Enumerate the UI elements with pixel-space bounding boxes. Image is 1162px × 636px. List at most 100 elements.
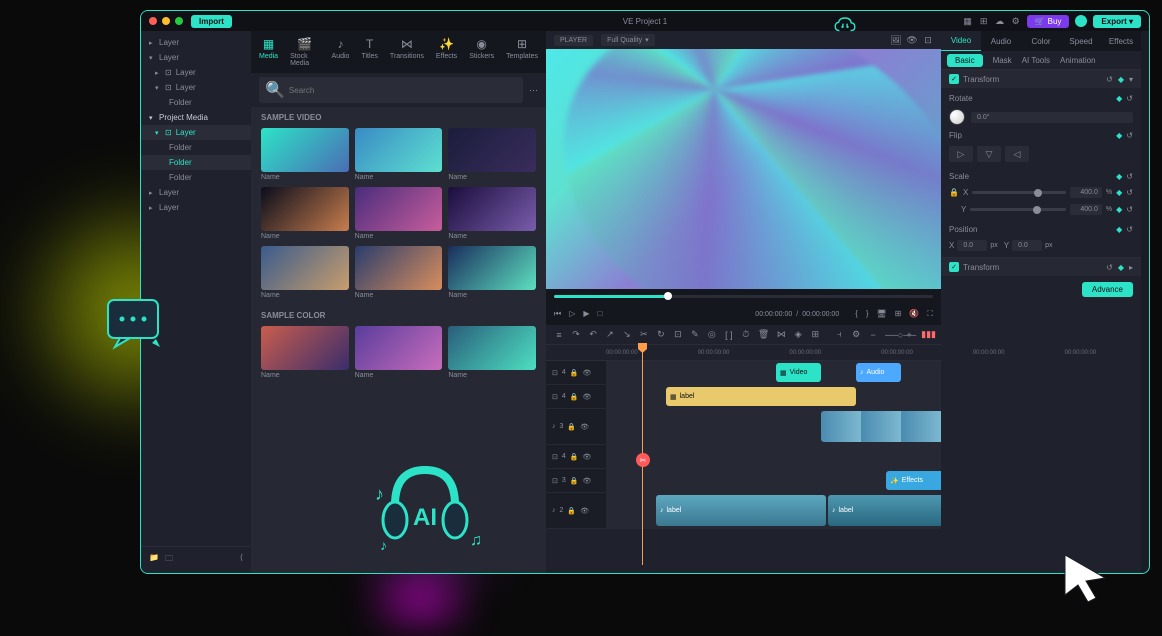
tl-bracket-icon[interactable]: [ ] (724, 330, 734, 340)
subtab-animation[interactable]: Animation (1060, 56, 1096, 65)
tab-transitions[interactable]: ⋈Transitions (388, 35, 426, 69)
tl-redo-icon[interactable]: ↷ (571, 329, 581, 340)
avatar[interactable] (1075, 15, 1087, 27)
tree-layer[interactable]: ▸Layer (141, 200, 251, 215)
reset-icon[interactable]: ↺ (1126, 172, 1133, 181)
more-icon[interactable]: ⋯ (529, 85, 538, 96)
media-thumb[interactable]: Name (261, 128, 349, 181)
timeline-ruler[interactable]: 00:00:00:00 00:00:00:00 00:00:00:00 00:0… (546, 345, 941, 361)
tl-crop-icon[interactable]: ⊡ (673, 329, 683, 340)
props-tab-color[interactable]: Color (1021, 31, 1061, 51)
tl-loop-icon[interactable]: ↻ (656, 329, 666, 340)
media-thumb[interactable]: Name (261, 187, 349, 240)
tl-mixer-icon[interactable]: ⫞ (834, 329, 844, 340)
tl-zoom-in-icon[interactable]: + (904, 330, 914, 340)
chevron-down-icon[interactable]: ▾ (1129, 75, 1133, 84)
tab-media[interactable]: ▦Media (257, 35, 280, 69)
reset-icon[interactable]: ↺ (1126, 94, 1133, 103)
preview-canvas[interactable] (546, 49, 941, 289)
new-folder-icon[interactable]: 📁 (149, 553, 159, 567)
search-wrap[interactable]: 🔍 (259, 77, 523, 103)
import-button[interactable]: Import (191, 15, 232, 28)
reset-icon[interactable]: ↺ (1126, 205, 1133, 214)
scale-x-value[interactable]: 400.0 (1070, 187, 1102, 198)
tl-menu-icon[interactable]: ≡ (554, 330, 564, 340)
maximize-window[interactable] (175, 17, 183, 25)
tree-layer-nested[interactable]: ▸⊡Layer (141, 65, 251, 80)
tree-layer[interactable]: ▸Layer (141, 35, 251, 50)
tab-stickers[interactable]: ◉Stickers (467, 35, 496, 69)
rotate-input[interactable]: 0.0° (971, 112, 1133, 123)
eye-icon[interactable]: 👁 (907, 35, 917, 45)
tl-more2-icon[interactable]: ◈ (793, 329, 803, 340)
clip-effects[interactable]: ✨Effects (886, 471, 941, 490)
tab-stock-media[interactable]: 🎬Stock Media (288, 35, 321, 69)
tl-trash-icon[interactable]: 🗑 (758, 329, 769, 340)
cloud-sync-icon[interactable]: ☁ (995, 16, 1005, 26)
props-tab-effects[interactable]: Effects (1101, 31, 1141, 51)
play-icon[interactable]: ▷ (569, 309, 575, 319)
subtab-ai-tools[interactable]: AI Tools (1022, 56, 1050, 65)
grid-icon[interactable]: ⊞ (979, 16, 989, 26)
minimize-window[interactable] (162, 17, 170, 25)
reset-icon[interactable]: ↺ (1126, 225, 1133, 234)
scale-y-value[interactable]: 400.0 (1070, 204, 1102, 215)
keyframe-icon[interactable]: ◆ (1118, 75, 1124, 84)
tl-zoom-out-icon[interactable]: − (868, 330, 878, 340)
keyframe-icon[interactable]: ◆ (1116, 131, 1122, 140)
reset-icon[interactable]: ↺ (1126, 188, 1133, 197)
tree-folder[interactable]: Folder (141, 140, 251, 155)
quality-dropdown[interactable]: Full Quality▾ (601, 34, 655, 46)
keyframe-icon[interactable]: ◆ (1116, 172, 1122, 181)
stop-icon[interactable]: □ (598, 309, 603, 319)
scale-x-slider[interactable] (972, 191, 1066, 194)
tl-more3-icon[interactable]: ⊞ (810, 329, 820, 340)
tree-project-media[interactable]: ▾Project Media (141, 110, 251, 125)
scale-y-slider[interactable] (970, 208, 1066, 211)
clip-audio-label[interactable]: ♪label (656, 495, 826, 526)
tl-undo-icon[interactable]: ↶ (588, 329, 598, 340)
keyframe-icon[interactable]: ◆ (1116, 225, 1122, 234)
media-thumb[interactable]: Name (261, 246, 349, 299)
transform-checkbox[interactable]: ✓ (949, 262, 959, 272)
keyframe-icon[interactable]: ◆ (1116, 188, 1122, 197)
tl-speed-icon[interactable]: ⏱ (741, 329, 751, 340)
volume-icon[interactable]: 🔇 (909, 309, 919, 319)
tl-arrow2-icon[interactable]: ↘ (622, 329, 632, 340)
subtab-mask[interactable]: Mask (993, 56, 1012, 65)
reset-icon[interactable]: ↺ (1106, 75, 1113, 84)
new-bin-icon[interactable]: 🗀 (165, 553, 173, 567)
cut-marker[interactable]: ✂ (636, 453, 650, 467)
tl-zoom-slider[interactable]: ──○── (885, 330, 897, 340)
tab-titles[interactable]: TTitles (359, 35, 379, 69)
keyframe-icon[interactable]: ◆ (1118, 263, 1124, 272)
export-button[interactable]: Export ▾ (1093, 15, 1141, 28)
media-thumb[interactable]: Name (355, 128, 443, 181)
expand-icon[interactable]: ⊡ (923, 35, 933, 45)
tree-layer[interactable]: ▾Layer (141, 50, 251, 65)
tl-edit-icon[interactable]: ✎ (690, 329, 700, 340)
tree-layer-nested[interactable]: ▾⊡Layer (141, 80, 251, 95)
tree-layer[interactable]: ▸Layer (141, 185, 251, 200)
clip-video[interactable]: ▦Video (776, 363, 821, 382)
tab-effects[interactable]: ✨Effects (434, 35, 459, 69)
prev-frame-icon[interactable]: ⏮ (554, 309, 561, 319)
clip-audio-label[interactable]: ♪label (828, 495, 941, 526)
track-head[interactable]: ♪2🔒👁 (546, 493, 606, 528)
media-thumb[interactable]: Name (261, 326, 349, 379)
subtab-basic[interactable]: Basic (947, 54, 983, 67)
keyframe-icon[interactable]: ◆ (1116, 94, 1122, 103)
grid-overlay-icon[interactable]: ⊞ (895, 309, 902, 319)
advance-button[interactable]: Advance (1082, 282, 1133, 297)
search-input[interactable] (289, 86, 517, 95)
rotate-handle[interactable] (949, 109, 965, 125)
tab-audio[interactable]: ♪Audio (330, 35, 352, 69)
bracket-out-icon[interactable]: } (866, 309, 869, 319)
keyframe-icon[interactable]: ◆ (1116, 205, 1122, 214)
layout-icon[interactable]: ▦ (963, 16, 973, 26)
media-thumb[interactable]: Name (355, 326, 443, 379)
tl-cut-icon[interactable]: ✂ (639, 329, 649, 340)
collapse-icon[interactable]: ⟨ (240, 553, 243, 567)
media-thumb[interactable]: Name (355, 246, 443, 299)
next-frame-icon[interactable]: ▶ (583, 309, 589, 319)
